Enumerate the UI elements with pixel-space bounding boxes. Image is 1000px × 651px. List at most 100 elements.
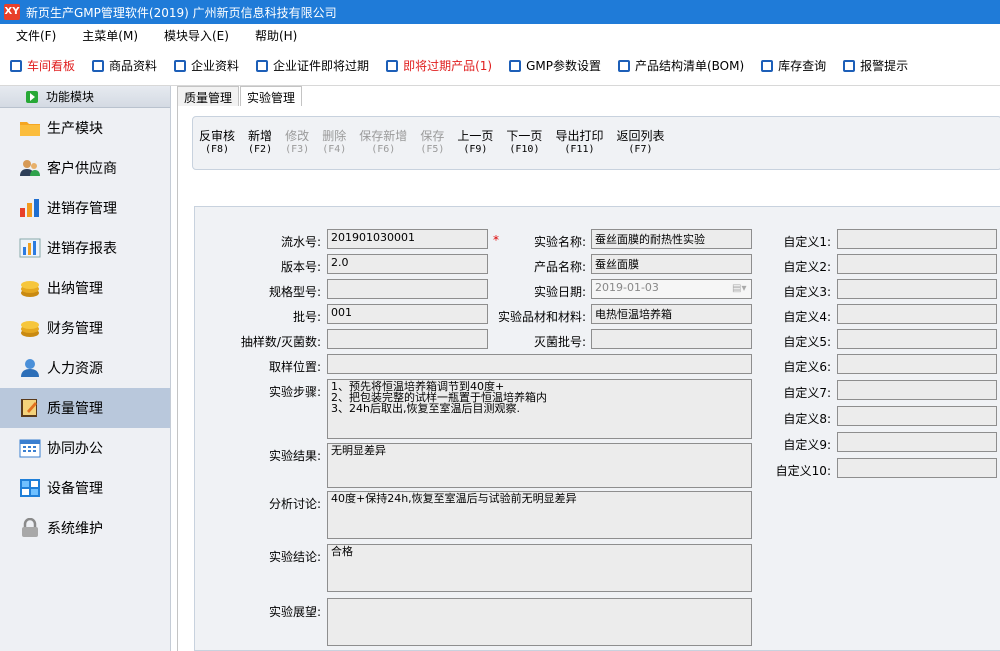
menu-file[interactable]: 文件(F)	[6, 27, 66, 44]
custom-field-3[interactable]	[837, 279, 997, 299]
unaudit-button[interactable]: 反审核 (F8)	[199, 130, 235, 156]
sidebar-item-finance[interactable]: 财务管理	[0, 308, 170, 348]
location-field[interactable]	[327, 354, 752, 374]
calendar-dropdown-icon[interactable]: ▤▾	[732, 283, 748, 295]
menu-module-import[interactable]: 模块导入(E)	[154, 27, 239, 44]
tab-experiment[interactable]: 实验管理	[240, 86, 303, 106]
sidebar-item-quality[interactable]: 质量管理	[0, 388, 170, 428]
custom-label-5: 自定义5:	[783, 335, 831, 349]
batch-field[interactable]: 001	[327, 304, 488, 324]
exp-name-field[interactable]: 蚕丝面膜的耐热性实验	[591, 229, 752, 249]
steps-label: 实验步骤:	[268, 385, 321, 399]
version-field[interactable]: 2.0	[327, 254, 488, 274]
outlook-textarea[interactable]	[327, 598, 752, 646]
steps-textarea[interactable]: 1、预先将恒温培养箱调节到40度+ 2、把包装完整的试样一瓶置于恒温培养箱内 3…	[327, 379, 752, 439]
custom-field-1[interactable]	[837, 229, 997, 249]
sidebar-item-equipment[interactable]: 设备管理	[0, 468, 170, 508]
sidebar-item-customers[interactable]: 客户供应商	[0, 148, 170, 188]
sidebar-header[interactable]: 功能模块	[0, 86, 170, 108]
custom-field-9[interactable]	[837, 432, 997, 452]
quick-stock-query[interactable]: 库存查询	[761, 57, 826, 74]
custom-field-4[interactable]	[837, 304, 997, 324]
sidebar-item-inventory[interactable]: 进销存管理	[0, 188, 170, 228]
book-icon	[18, 396, 42, 420]
sidebar-item-cashier[interactable]: 出纳管理	[0, 268, 170, 308]
result-textarea[interactable]: 无明显差异	[327, 443, 752, 488]
sidebar-item-system[interactable]: 系统维护	[0, 508, 170, 548]
save-button[interactable]: 保存 (F5)	[420, 130, 444, 156]
spec-field[interactable]	[327, 279, 488, 299]
analysis-textarea[interactable]: 40度+保持24h,恢复至室温后与试验前无明显差异	[327, 491, 752, 539]
export-print-button[interactable]: 导出打印 (F11)	[555, 130, 603, 156]
play-icon	[26, 90, 38, 103]
save-new-button[interactable]: 保存新增 (F6)	[359, 130, 407, 156]
sidebar-item-collab[interactable]: 协同办公	[0, 428, 170, 468]
material-field[interactable]: 电热恒温培养箱	[591, 304, 752, 324]
report-icon	[18, 236, 42, 260]
menu-help[interactable]: 帮助(H)	[245, 27, 307, 44]
custom-field-10[interactable]	[837, 458, 997, 478]
tab-strip: 质量管理 实验管理	[177, 86, 303, 106]
quick-company-info[interactable]: 企业资料	[174, 57, 239, 74]
app-logo-icon: XY	[4, 4, 20, 20]
custom-label-7: 自定义7:	[783, 386, 831, 400]
next-page-button[interactable]: 下一页 (F10)	[506, 130, 542, 156]
material-label: 实验品材和材料:	[497, 310, 586, 324]
batch-label: 批号:	[292, 310, 321, 324]
window-title: 新页生产GMP管理软件(2019) 广州新页信息科技有限公司	[26, 5, 337, 20]
version-label: 版本号:	[280, 260, 321, 274]
tab-quality[interactable]: 质量管理	[177, 86, 240, 106]
custom-field-2[interactable]	[837, 254, 997, 274]
main-area: 质量管理 实验管理 反审核 (F8) 新增 (F2) 修改 (F3) 删除 (F4) 保…	[171, 86, 1000, 651]
delete-button[interactable]: 删除 (F4)	[322, 130, 346, 156]
custom-field-7[interactable]	[837, 380, 997, 400]
coins-icon	[18, 276, 42, 300]
menu-bar: 文件(F) 主菜单(M) 模块导入(E) 帮助(H)	[0, 24, 1000, 46]
sample-field[interactable]	[327, 329, 488, 349]
sidebar: 功能模块 生产模块 客户供应商 进销存管理 进销存报表 出纳管理 财务管理 人力…	[0, 86, 171, 651]
checkbox-icon	[92, 59, 105, 72]
product-field[interactable]: 蚕丝面膜	[591, 254, 752, 274]
quick-workshop-board[interactable]: 车间看板	[10, 57, 75, 74]
prev-page-button[interactable]: 上一页 (F9)	[457, 130, 493, 156]
quick-cert-expiring[interactable]: 企业证件即将过期	[256, 57, 369, 74]
checkbox-icon	[617, 59, 630, 72]
analysis-label: 分析讨论:	[268, 497, 321, 511]
lock-icon	[18, 516, 42, 540]
serial-field[interactable]: 201901030001	[327, 229, 488, 249]
quick-alarm[interactable]: 报警提示	[843, 57, 908, 74]
outlook-label: 实验展望:	[268, 605, 321, 619]
location-label: 取样位置:	[268, 360, 321, 374]
quick-product-info[interactable]: 商品资料	[92, 57, 157, 74]
serial-label: 流水号:	[280, 235, 321, 249]
calendar-icon	[18, 436, 42, 460]
required-mark: *	[493, 233, 499, 247]
quick-bom[interactable]: 产品结构清单(BOM)	[617, 57, 744, 74]
sidebar-item-production[interactable]: 生产模块	[0, 108, 170, 148]
conclusion-textarea[interactable]: 合格	[327, 544, 752, 592]
custom-field-6[interactable]	[837, 354, 997, 374]
quick-product-expiring[interactable]: 即将过期产品(1)	[386, 57, 492, 74]
back-to-list-button[interactable]: 返回列表 (F7)	[616, 130, 664, 156]
checkbox-icon	[174, 59, 187, 72]
new-button[interactable]: 新增 (F2)	[248, 130, 272, 156]
sterile-field[interactable]	[591, 329, 752, 349]
custom-field-5[interactable]	[837, 329, 997, 349]
date-field[interactable]: 2019-01-03 ▤▾	[591, 279, 752, 299]
checkbox-icon	[843, 59, 856, 72]
custom-label-8: 自定义8:	[783, 412, 831, 426]
custom-field-8[interactable]	[837, 406, 997, 426]
menu-main[interactable]: 主菜单(M)	[72, 27, 148, 44]
custom-label-10: 自定义10:	[775, 464, 831, 478]
checkbox-icon	[256, 59, 269, 72]
custom-label-3: 自定义3:	[783, 285, 831, 299]
checkbox-icon	[509, 59, 522, 72]
custom-label-2: 自定义2:	[783, 260, 831, 274]
quick-gmp-settings[interactable]: GMP参数设置	[509, 57, 601, 74]
sidebar-item-hr[interactable]: 人力资源	[0, 348, 170, 388]
product-label: 产品名称:	[533, 260, 586, 274]
coins-icon	[18, 316, 42, 340]
custom-label-4: 自定义4:	[783, 310, 831, 324]
edit-button[interactable]: 修改 (F3)	[285, 130, 309, 156]
sidebar-item-inventory-report[interactable]: 进销存报表	[0, 228, 170, 268]
